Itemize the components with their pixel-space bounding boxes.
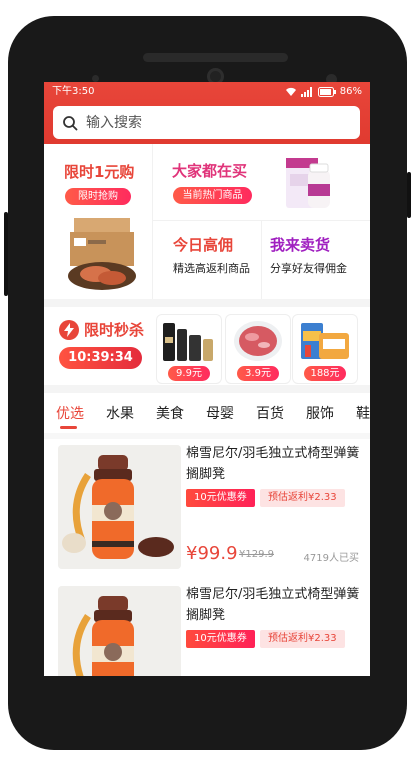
- search-icon: [63, 115, 78, 130]
- rebate-badge: 预估返利¥2.33: [260, 489, 345, 507]
- promo-deal-button[interactable]: 限时抢购: [65, 188, 131, 205]
- status-time: 下午3:50: [52, 86, 95, 97]
- promo-sell-title: 我来卖货: [270, 236, 331, 254]
- lightning-icon: [59, 319, 79, 340]
- section-gap: [44, 385, 370, 393]
- promo-sell-subtitle: 分享好友得佣金: [270, 262, 347, 275]
- thermos-bottle-image: [58, 586, 181, 676]
- promo-popular-title: 大家都在买: [172, 162, 248, 180]
- product-name: 棉雪尼尔/羽毛独立式椅型弹簧搁脚凳: [186, 587, 360, 623]
- earpiece-speaker: [143, 53, 288, 62]
- flash-product-card[interactable]: 9.9元: [156, 314, 222, 384]
- flash-product-price: 9.9元: [168, 366, 210, 381]
- flash-product-card[interactable]: 3.9元: [225, 314, 291, 384]
- battery-icon: [317, 87, 336, 97]
- product-list-item[interactable]: 棉雪尼尔/羽毛独立式椅型弹簧搁脚凳 10元优惠券 预估返利¥2.33: [44, 580, 370, 676]
- product-thumbnail: [58, 586, 181, 676]
- active-tab-indicator: [60, 426, 77, 429]
- flash-sale-header[interactable]: 限时秒杀: [59, 319, 144, 340]
- grid-divider: [152, 144, 153, 299]
- tab-food[interactable]: 美食: [156, 403, 184, 423]
- wifi-icon: [285, 87, 296, 96]
- battery-percent: 86%: [339, 86, 362, 97]
- power-button: [407, 172, 411, 218]
- search-input[interactable]: [84, 113, 338, 132]
- coupon-badge[interactable]: 10元优惠券: [186, 630, 255, 648]
- tab-featured[interactable]: 优选: [56, 403, 84, 423]
- status-bar: 下午3:50 86%: [52, 85, 362, 99]
- top-header: 下午3:50 86%: [44, 82, 370, 144]
- product-price: ¥99.9: [186, 543, 238, 564]
- thermos-bottle-image: [58, 445, 181, 569]
- promo-popular-button[interactable]: 当前热门商品: [173, 187, 252, 204]
- tab-shoes[interactable]: 鞋: [356, 403, 370, 423]
- sold-count: 4719人已买: [303, 553, 359, 564]
- volume-button: [4, 212, 8, 296]
- supplement-bottle-image: [286, 158, 330, 208]
- flash-sale-section: 限时秒杀 10:39:34 9.9元 3.9元 188元: [44, 307, 370, 385]
- product-thumbnail: [58, 445, 181, 569]
- coupon-badge[interactable]: 10元优惠券: [186, 489, 255, 507]
- category-tabs: 优选 水果 美食 母婴 百货 服饰 鞋: [44, 393, 370, 433]
- promo-daily-title: 今日高佣: [173, 236, 234, 254]
- flash-product-price: 188元: [304, 366, 346, 381]
- sensor-dot: [92, 75, 99, 82]
- original-price: ¥129.9: [239, 549, 274, 560]
- health-product-image: [301, 323, 349, 359]
- promo-daily-subtitle: 精选高返利商品: [173, 262, 250, 275]
- promo-grid: 限时1元购 限时抢购 大家都在买 当前热门商品 今日高佣 精选高返利商品 我来卖…: [44, 144, 370, 299]
- meat-image: [234, 321, 282, 361]
- promo-deal-title: 限时1元购: [64, 163, 135, 181]
- tab-fruit[interactable]: 水果: [106, 403, 134, 423]
- status-icons: 86%: [285, 85, 362, 99]
- search-bar[interactable]: [53, 106, 360, 139]
- rebate-badge: 预估返利¥2.33: [260, 630, 345, 648]
- flash-product-card[interactable]: 188元: [292, 314, 358, 384]
- app-screen: 下午3:50 86% 限时1元购 限时抢购: [44, 82, 370, 676]
- countdown-timer: 10:39:34: [59, 347, 142, 369]
- cosmetics-image: [163, 323, 213, 361]
- signal-icon: [300, 87, 312, 97]
- section-gap: [44, 299, 370, 307]
- product-name: 棉雪尼尔/羽毛独立式椅型弹簧搁脚凳: [186, 446, 360, 482]
- flash-sale-title: 限时秒杀: [84, 321, 145, 339]
- grid-divider: [261, 220, 262, 299]
- flash-product-price: 3.9元: [237, 366, 279, 381]
- product-list-item[interactable]: 棉雪尼尔/羽毛独立式椅型弹簧搁脚凳 10元优惠券 预估返利¥2.33 ¥99.9…: [44, 439, 370, 583]
- tab-baby[interactable]: 母婴: [206, 403, 234, 423]
- product-box-image: [68, 218, 136, 290]
- tab-clothing[interactable]: 服饰: [306, 403, 334, 423]
- tab-general[interactable]: 百货: [256, 403, 284, 423]
